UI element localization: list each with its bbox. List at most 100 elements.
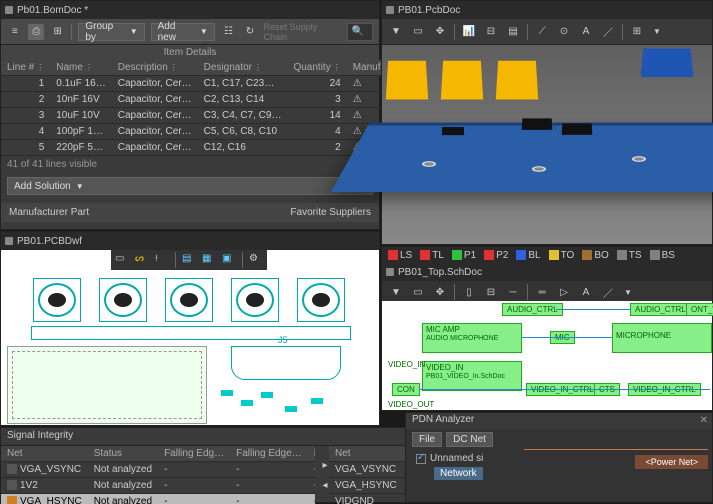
layer-icon[interactable]: ▤ [505, 24, 521, 40]
layer-item[interactable]: TL [420, 250, 444, 261]
schematic-canvas[interactable]: AUDIO_CTRL AUDIO_CTRL ONT_W MIC AMP AUDI… [382, 301, 712, 410]
line-icon[interactable]: ／ [600, 284, 616, 300]
separator [527, 24, 528, 40]
table-row[interactable]: VGA_VSYNCNot analyzed---- [1, 462, 315, 478]
bom-column-header[interactable]: Name⋮ [50, 60, 111, 76]
pcb3d-tab-title[interactable]: PB01.PcbDoc [398, 5, 460, 16]
layer-item[interactable]: LS [388, 250, 412, 261]
si-column-header[interactable]: Falling Edg… [158, 446, 230, 462]
bom-column-header[interactable]: Description⋮ [112, 60, 198, 76]
bom-column-header[interactable]: Designator⋮ [198, 60, 288, 76]
chart-icon[interactable]: 📊 [461, 24, 477, 40]
layer-item[interactable]: TS [617, 250, 642, 261]
pcb2d-tab-title[interactable]: PB01.PCBDwf [17, 236, 82, 247]
move-icon[interactable]: ✥ [432, 284, 448, 300]
si-column-header[interactable]: Falling Edge… [230, 446, 308, 462]
layer-item[interactable]: BO [582, 250, 608, 261]
layer-item[interactable]: BS [650, 250, 675, 261]
pdn-toolbar: File DC Net [406, 429, 712, 449]
net-label: CON [392, 383, 420, 396]
pdn-divider [524, 449, 708, 450]
blue-connector [641, 48, 694, 77]
line-icon[interactable]: ／ [600, 24, 616, 40]
layer-legend: LS TL P1 P2 BL TO BO TS BS [382, 247, 712, 263]
grid-icon[interactable]: ⊞ [50, 24, 65, 40]
table-row[interactable]: 4100pF 1…Capacitor, Cer…C5, C6, C8, C104… [1, 124, 407, 140]
settings-icon[interactable]: ⚙ [249, 253, 263, 267]
layer-item[interactable]: BL [516, 250, 540, 261]
si-column-header[interactable]: Net [1, 446, 88, 462]
search-box[interactable]: 🔍 [347, 23, 373, 41]
bom-tab-bar: Pb01.BomDoc * [1, 1, 379, 19]
filter-icon[interactable]: ▼ [388, 24, 404, 40]
close-icon[interactable]: ✕ [700, 415, 708, 426]
bom-column-header[interactable]: Line #⋮ [1, 60, 50, 76]
file-button[interactable]: File [412, 432, 442, 447]
schematic-panel: LS TL P1 P2 BL TO BO TS BS PB01_Top.SchDoc ▼ ▭ ✥… [381, 246, 713, 411]
wire-icon[interactable]: ─ [505, 284, 521, 300]
table-row[interactable]: 5220pF 5…Capacitor, Cer…C12, C162⚠ [1, 140, 407, 156]
network-item[interactable]: Network [434, 467, 483, 480]
table-row[interactable]: VGA_HSYNCNot analyzed---- [1, 494, 315, 504]
select-icon[interactable]: ▭ [410, 284, 426, 300]
dcnet-button[interactable]: DC Net [446, 432, 493, 447]
layer-item[interactable]: P2 [484, 250, 508, 261]
move-icon[interactable]: ✥ [432, 24, 448, 40]
measure-icon[interactable]: ⟊ [155, 253, 169, 267]
pcb-3d-view[interactable]: ▼ ▭ ✥ 📊 ⊟ ▤ ⟋ ⊙ A ／ ⊞ ▼ [382, 19, 712, 244]
table-row[interactable]: 1V2Not analyzed---- [1, 478, 315, 494]
more-icon[interactable]: ▼ [624, 288, 632, 297]
db-connector: J5 [231, 346, 341, 380]
grid-icon[interactable]: ⊞ [629, 24, 645, 40]
route-icon[interactable]: ⟋ [534, 24, 550, 40]
via-icon[interactable]: ⊙ [556, 24, 572, 40]
layer-item[interactable]: TO [549, 250, 575, 261]
text-icon[interactable]: A [578, 24, 594, 40]
view-icon[interactable]: ▦ [202, 253, 216, 267]
mfr-part-header: Manufacturer Part [9, 207, 89, 218]
pcb-board [331, 123, 713, 193]
harness-icon[interactable]: ═ [534, 284, 550, 300]
columns-icon[interactable]: ☷ [221, 24, 236, 40]
sch-tab-title[interactable]: PB01_Top.SchDoc [398, 267, 482, 278]
bom-column-header[interactable]: Quantity⋮ [287, 60, 346, 76]
layer-item[interactable]: P1 [452, 250, 476, 261]
cursor-icon[interactable]: ▭ [115, 253, 129, 267]
pcb-canvas[interactable]: J5 [1, 250, 379, 425]
text-icon[interactable]: A [578, 284, 594, 300]
bom-tab-title[interactable]: Pb01.BomDoc * [17, 5, 88, 16]
print-icon[interactable]: ⎙ [28, 24, 43, 40]
mounting-hole [422, 161, 436, 167]
layer-icon[interactable]: ▤ [182, 253, 196, 267]
table-row[interactable]: 210nF 16VCapacitor, Cer…C2, C13, C143⚠ [1, 92, 407, 108]
wire [522, 337, 612, 338]
align-icon[interactable]: ⊟ [483, 24, 499, 40]
sheet-symbol: MICROPHONE [612, 323, 712, 353]
net-icon[interactable]: ⊟ [483, 284, 499, 300]
reset-supply-chain-button[interactable]: Reset Supply Chain [264, 22, 341, 42]
3d-icon[interactable]: ▣ [222, 253, 236, 267]
add-new-button[interactable]: Add new▼ [151, 23, 215, 41]
part-icon[interactable]: ▯ [461, 284, 477, 300]
refresh-icon[interactable]: ↻ [242, 24, 257, 40]
port-icon[interactable]: ▷ [556, 284, 572, 300]
si-column-header[interactable]: Rising Edg… [308, 446, 315, 462]
ic-chip [442, 127, 464, 135]
filter-icon[interactable]: ▼ [388, 284, 404, 300]
table-row[interactable]: 10.1uF 16…Capacitor, Cer…C1, C17, C23…24… [1, 76, 407, 92]
more-icon[interactable]: ▼ [653, 27, 661, 36]
unnamed-checkbox[interactable] [416, 454, 426, 464]
add-solution-button[interactable]: Add Solution▼ [7, 177, 373, 195]
circular-connector [231, 278, 279, 322]
si-column-header[interactable]: Status [88, 446, 158, 462]
pcb-2d-view[interactable]: ▭ ᔕ ⟊ ▤ ▦ ▣ ⚙ J5 [1, 250, 379, 425]
table-row[interactable]: 310uF 10VCapacitor, Cer…C3, C4, C7, C9…1… [1, 108, 407, 124]
ic-chip [522, 118, 553, 129]
list-icon[interactable]: ≡ [7, 24, 22, 40]
select-icon[interactable]: ▭ [410, 24, 426, 40]
power-net-placeholder[interactable]: <Power Net> [635, 455, 708, 469]
fav-suppliers-header: Favorite Suppliers [290, 207, 371, 218]
trace-icon[interactable]: ᔕ [135, 253, 149, 267]
group-by-button[interactable]: Group by▼ [78, 23, 144, 41]
designator-j5: J5 [278, 335, 288, 345]
